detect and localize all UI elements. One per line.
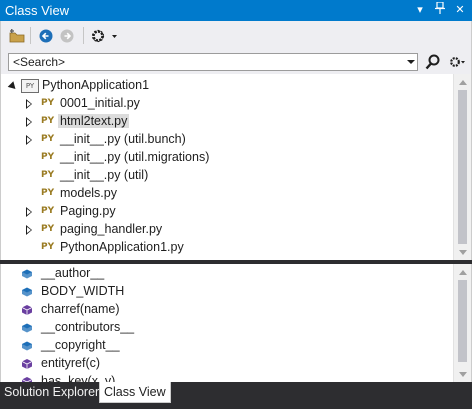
- expand-arrow-icon[interactable]: [26, 207, 32, 217]
- field-icon: [21, 268, 33, 280]
- tree-item-label: paging_handler.py: [60, 222, 163, 236]
- tree-item[interactable]: PY __init__.py (util.bunch): [1, 131, 453, 149]
- search-input[interactable]: [9, 54, 399, 70]
- search-icon[interactable]: [425, 53, 441, 74]
- python-file-icon: PY: [41, 224, 55, 234]
- scroll-up-arrow-icon[interactable]: [459, 270, 467, 275]
- tree-item[interactable]: PY __init__.py (util.migrations): [1, 149, 453, 167]
- toolbar-separator: [83, 27, 84, 44]
- toolbar-separator: [30, 27, 31, 44]
- forward-icon[interactable]: [57, 26, 77, 46]
- tree-item[interactable]: PY PythonApplication1.py: [1, 239, 453, 257]
- member-item[interactable]: __copyright__: [1, 337, 453, 355]
- scroll-up-arrow-icon[interactable]: [459, 80, 467, 85]
- tab-class-view[interactable]: Class View: [99, 382, 171, 403]
- python-file-icon: PY: [41, 98, 55, 108]
- expand-arrow-icon[interactable]: [26, 117, 32, 127]
- search-combobox[interactable]: [8, 53, 418, 71]
- tree-root[interactable]: PY PythonApplication1: [1, 77, 453, 95]
- member-item-label: BODY_WIDTH: [41, 284, 125, 298]
- member-item[interactable]: __author__: [1, 265, 453, 283]
- python-file-icon: PY: [41, 116, 55, 126]
- python-file-icon: PY: [41, 170, 55, 180]
- tree-item[interactable]: PY models.py: [1, 185, 453, 203]
- member-item-label: __author__: [41, 266, 105, 280]
- field-icon: [21, 286, 33, 298]
- python-project-icon: PY: [21, 79, 39, 93]
- tree-item[interactable]: PY html2text.py: [1, 113, 453, 131]
- field-icon: [21, 322, 33, 334]
- tree-item-label: PythonApplication1.py: [60, 240, 184, 254]
- settings-gear-icon[interactable]: [89, 26, 121, 46]
- tree-item-label: Paging.py: [60, 204, 116, 218]
- tree-item-label: 0001_initial.py: [60, 96, 140, 110]
- close-icon[interactable]: ✕: [452, 2, 468, 18]
- python-file-icon: PY: [41, 152, 55, 162]
- member-item-label: entityref(c): [41, 356, 101, 370]
- python-file-icon: PY: [41, 206, 55, 216]
- title-bar: Class View ▾ ✕: [0, 0, 472, 21]
- scrollbar-thumb[interactable]: [458, 280, 467, 362]
- dropdown-icon[interactable]: ▾: [412, 2, 428, 18]
- members-list: __author__ BODY_WIDTH charref(name) __contr…: [0, 264, 472, 382]
- scrollbar-thumb[interactable]: [458, 90, 467, 244]
- tree-root-label: PythonApplication1: [42, 78, 150, 92]
- tree-item[interactable]: PY __init__.py (util): [1, 167, 453, 185]
- field-icon: [21, 340, 33, 352]
- member-item-label: __contributors__: [41, 320, 135, 334]
- tree-item-label: __init__.py (util.migrations): [60, 150, 210, 164]
- expand-arrow-icon[interactable]: [26, 135, 32, 145]
- collapse-arrow-icon[interactable]: [7, 81, 19, 92]
- tab-solution-explorer[interactable]: Solution Explorer: [0, 382, 104, 403]
- search-dropdown-icon[interactable]: [407, 60, 415, 64]
- method-icon: [21, 304, 33, 316]
- python-file-icon: PY: [41, 188, 55, 198]
- tree-scrollbar[interactable]: [453, 74, 471, 260]
- back-icon[interactable]: [36, 26, 56, 46]
- expand-arrow-icon[interactable]: [26, 99, 32, 109]
- member-item-label: charref(name): [41, 302, 120, 316]
- class-tree: PY PythonApplication1 PY 0001_initial.py P…: [0, 74, 472, 260]
- search-row: [0, 50, 472, 74]
- search-settings-icon[interactable]: [447, 52, 467, 75]
- member-item[interactable]: charref(name): [1, 301, 453, 319]
- member-item[interactable]: has_key(x, y): [1, 373, 453, 382]
- tree-item[interactable]: PY paging_handler.py: [1, 221, 453, 239]
- expand-arrow-icon[interactable]: [26, 225, 32, 235]
- scroll-down-arrow-icon[interactable]: [459, 250, 467, 255]
- method-icon: [21, 358, 33, 370]
- tree-item-label: __init__.py (util.bunch): [60, 132, 186, 146]
- tree-item-label: models.py: [60, 186, 117, 200]
- pin-icon[interactable]: [432, 1, 448, 18]
- tree-item[interactable]: PY Paging.py: [1, 203, 453, 221]
- member-item[interactable]: BODY_WIDTH: [1, 283, 453, 301]
- python-file-icon: PY: [41, 242, 55, 252]
- toolbar: [0, 21, 472, 50]
- new-folder-icon[interactable]: [7, 26, 27, 46]
- scroll-down-arrow-icon[interactable]: [459, 372, 467, 377]
- window-title: Class View: [5, 3, 70, 18]
- tree-item-label: __init__.py (util): [60, 168, 149, 182]
- tree-item-label: html2text.py: [58, 114, 130, 128]
- member-item[interactable]: entityref(c): [1, 355, 453, 373]
- bottom-tab-bar: Solution Explorer Class View: [0, 382, 472, 409]
- python-file-icon: PY: [41, 134, 55, 144]
- member-item[interactable]: __contributors__: [1, 319, 453, 337]
- member-item-label: has_key(x, y): [41, 374, 116, 382]
- member-item-label: __copyright__: [41, 338, 120, 352]
- members-scrollbar[interactable]: [453, 264, 471, 382]
- tree-item[interactable]: PY 0001_initial.py: [1, 95, 453, 113]
